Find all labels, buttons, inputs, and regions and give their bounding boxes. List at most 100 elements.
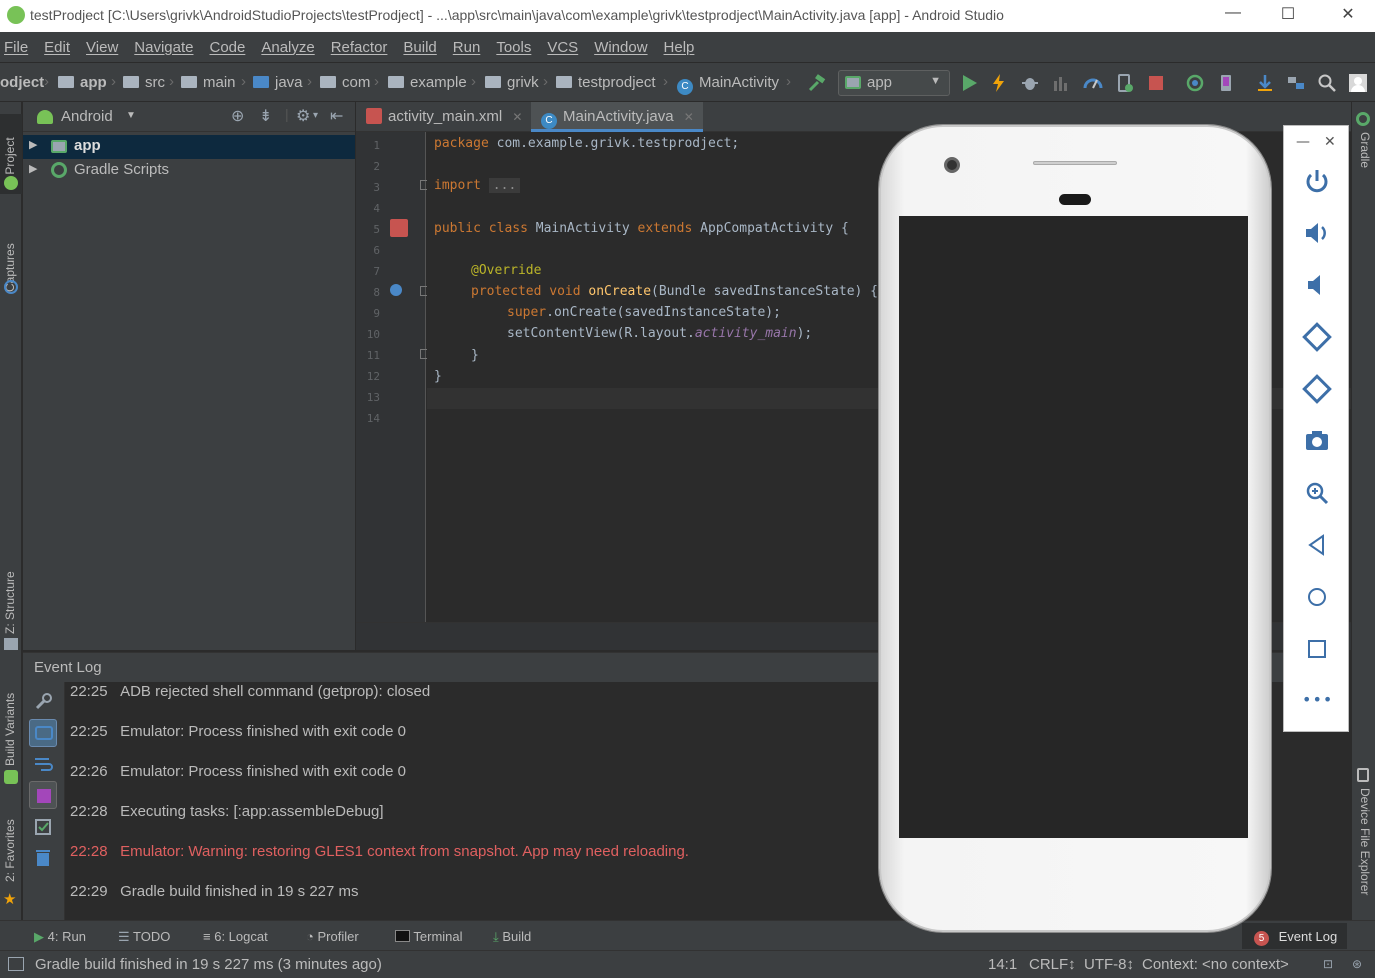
- debug-icon[interactable]: [1020, 73, 1040, 93]
- project-view-selector[interactable]: Android: [61, 108, 113, 125]
- toggle-tool-windows-icon[interactable]: [8, 957, 24, 971]
- expand-arrow-icon[interactable]: ▶: [29, 162, 37, 175]
- volume-up-icon[interactable]: [1300, 216, 1334, 250]
- tab-terminal[interactable]: Terminal: [395, 929, 463, 944]
- rotate-right-icon[interactable]: [1300, 372, 1334, 406]
- menu-edit[interactable]: Edit: [44, 39, 70, 56]
- layout-preview-icon[interactable]: [390, 219, 408, 237]
- close-tab-icon[interactable]: ✕: [512, 110, 522, 124]
- android-studio-icon: [7, 6, 25, 24]
- avd-manager-icon[interactable]: [1216, 73, 1236, 93]
- sync-gradle-icon[interactable]: [1185, 73, 1205, 93]
- status-message: Gradle build finished in 19 s 227 ms (3 …: [35, 956, 382, 973]
- gear-icon[interactable]: ⚙: [296, 106, 310, 126]
- tab-logcat[interactable]: ≡ 6: Logcat: [203, 929, 268, 944]
- settings-wrench-icon[interactable]: [29, 688, 57, 716]
- menu-analyze[interactable]: Analyze: [261, 39, 314, 56]
- file-encoding[interactable]: UTF-8↕: [1084, 956, 1134, 973]
- toggle-balloon-icon[interactable]: [29, 719, 57, 747]
- breadcrumb-testprodject[interactable]: testprodject: [556, 74, 656, 91]
- breadcrumb-example[interactable]: example: [388, 74, 467, 91]
- menu-help[interactable]: Help: [664, 39, 695, 56]
- more-options-icon[interactable]: •••: [1302, 690, 1333, 709]
- overview-icon[interactable]: [1300, 632, 1334, 666]
- breadcrumb-grivk[interactable]: grivk: [485, 74, 539, 91]
- rotate-left-icon[interactable]: [1300, 320, 1334, 354]
- breadcrumb-src[interactable]: src: [123, 74, 165, 91]
- zoom-icon[interactable]: [1300, 476, 1334, 510]
- emulator-close-button[interactable]: ✕: [1324, 134, 1336, 150]
- expand-arrow-icon[interactable]: ▶: [29, 138, 37, 151]
- menu-file[interactable]: File: [4, 39, 28, 56]
- locate-target-icon[interactable]: ⊕: [231, 106, 244, 126]
- tab-mainactivity-java[interactable]: C MainActivity.java ✕: [531, 102, 703, 132]
- hide-panel-icon[interactable]: ⇤: [330, 106, 343, 126]
- trash-icon[interactable]: [29, 844, 57, 872]
- breadcrumb-src-label: src: [145, 74, 165, 91]
- run-with-coverage-icon[interactable]: [1051, 73, 1071, 93]
- emulator-screen[interactable]: [899, 216, 1248, 838]
- back-icon[interactable]: [1300, 528, 1334, 562]
- caret-position[interactable]: 14:1: [988, 956, 1017, 973]
- tab-profiler[interactable]: ◔ Profiler: [306, 929, 359, 944]
- mark-all-read-icon[interactable]: [29, 781, 57, 809]
- breadcrumb-com[interactable]: com: [320, 74, 370, 91]
- menu-window[interactable]: Window: [594, 39, 647, 56]
- inspector-icon[interactable]: ⊛: [1352, 957, 1362, 971]
- tab-activity-main-xml[interactable]: activity_main.xml ✕: [356, 102, 526, 132]
- tab-event-log[interactable]: 5 Event Log: [1242, 923, 1348, 949]
- maximize-button[interactable]: ☐: [1268, 4, 1308, 28]
- chevron-down-icon[interactable]: ▼: [126, 110, 136, 121]
- tab-build-variants[interactable]: Build Variants: [0, 684, 22, 774]
- project-structure-icon[interactable]: [1286, 73, 1306, 93]
- line-separator[interactable]: CRLF↕: [1029, 956, 1076, 973]
- profile-icon[interactable]: [1083, 73, 1103, 93]
- tab-build[interactable]: ⤓ Build: [493, 929, 531, 945]
- soft-wrap-icon[interactable]: [29, 750, 57, 778]
- build-variants-icon: [4, 770, 18, 784]
- collapse-all-icon[interactable]: ⇟: [259, 106, 272, 126]
- menu-navigate[interactable]: Navigate: [134, 39, 193, 56]
- make-project-hammer-icon[interactable]: [807, 73, 827, 93]
- power-icon[interactable]: [1300, 164, 1334, 198]
- tree-item-app[interactable]: ▶ app: [23, 135, 355, 159]
- menu-refactor[interactable]: Refactor: [331, 39, 388, 56]
- menu-view[interactable]: View: [86, 39, 118, 56]
- tab-todo[interactable]: ☰ TODO: [118, 929, 170, 945]
- breadcrumb-java[interactable]: java: [253, 74, 303, 91]
- search-icon[interactable]: [1317, 73, 1337, 93]
- avatar-icon[interactable]: [1348, 73, 1368, 93]
- apply-changes-icon[interactable]: [989, 73, 1009, 93]
- menu-code[interactable]: Code: [209, 39, 245, 56]
- chevron-down-icon[interactable]: ▾: [313, 110, 318, 121]
- run-configuration-selector[interactable]: app ▼: [838, 70, 950, 96]
- breadcrumb-mainactivity[interactable]: C MainActivity: [677, 74, 779, 95]
- tree-item-gradle-scripts[interactable]: ▶ Gradle Scripts: [23, 159, 355, 183]
- close-button[interactable]: ✕: [1328, 4, 1368, 28]
- breadcrumb-main[interactable]: main: [181, 74, 236, 91]
- menu-build[interactable]: Build: [403, 39, 436, 56]
- stop-icon[interactable]: [1146, 73, 1166, 93]
- checkbox-icon[interactable]: [29, 813, 57, 841]
- breadcrumb-app[interactable]: app: [58, 74, 107, 91]
- close-tab-icon[interactable]: ✕: [684, 110, 694, 124]
- run-icon[interactable]: [959, 73, 979, 93]
- tab-favorites[interactable]: 2: Favorites: [0, 814, 22, 884]
- context-selector[interactable]: Context: <no context>: [1142, 956, 1289, 973]
- override-method-icon[interactable]: [390, 284, 402, 296]
- breadcrumb-project[interactable]: odject: [0, 74, 44, 91]
- sdk-manager-icon[interactable]: [1255, 73, 1275, 93]
- volume-down-icon[interactable]: [1300, 268, 1334, 302]
- camera-screenshot-icon[interactable]: [1300, 424, 1334, 458]
- minimize-button[interactable]: —: [1213, 4, 1253, 28]
- home-icon[interactable]: [1300, 580, 1334, 614]
- line-number: 9: [373, 307, 380, 320]
- lock-icon[interactable]: ⊡: [1323, 957, 1333, 971]
- attach-debugger-icon[interactable]: [1115, 73, 1135, 93]
- menu-tools[interactable]: Tools: [496, 39, 531, 56]
- menu-vcs[interactable]: VCS: [547, 39, 578, 56]
- tab-structure[interactable]: Z: Structure: [0, 564, 22, 644]
- menu-run[interactable]: Run: [453, 39, 481, 56]
- tab-run[interactable]: ▶ 4: Run: [34, 929, 86, 945]
- emulator-minimize-button[interactable]: —: [1296, 134, 1310, 150]
